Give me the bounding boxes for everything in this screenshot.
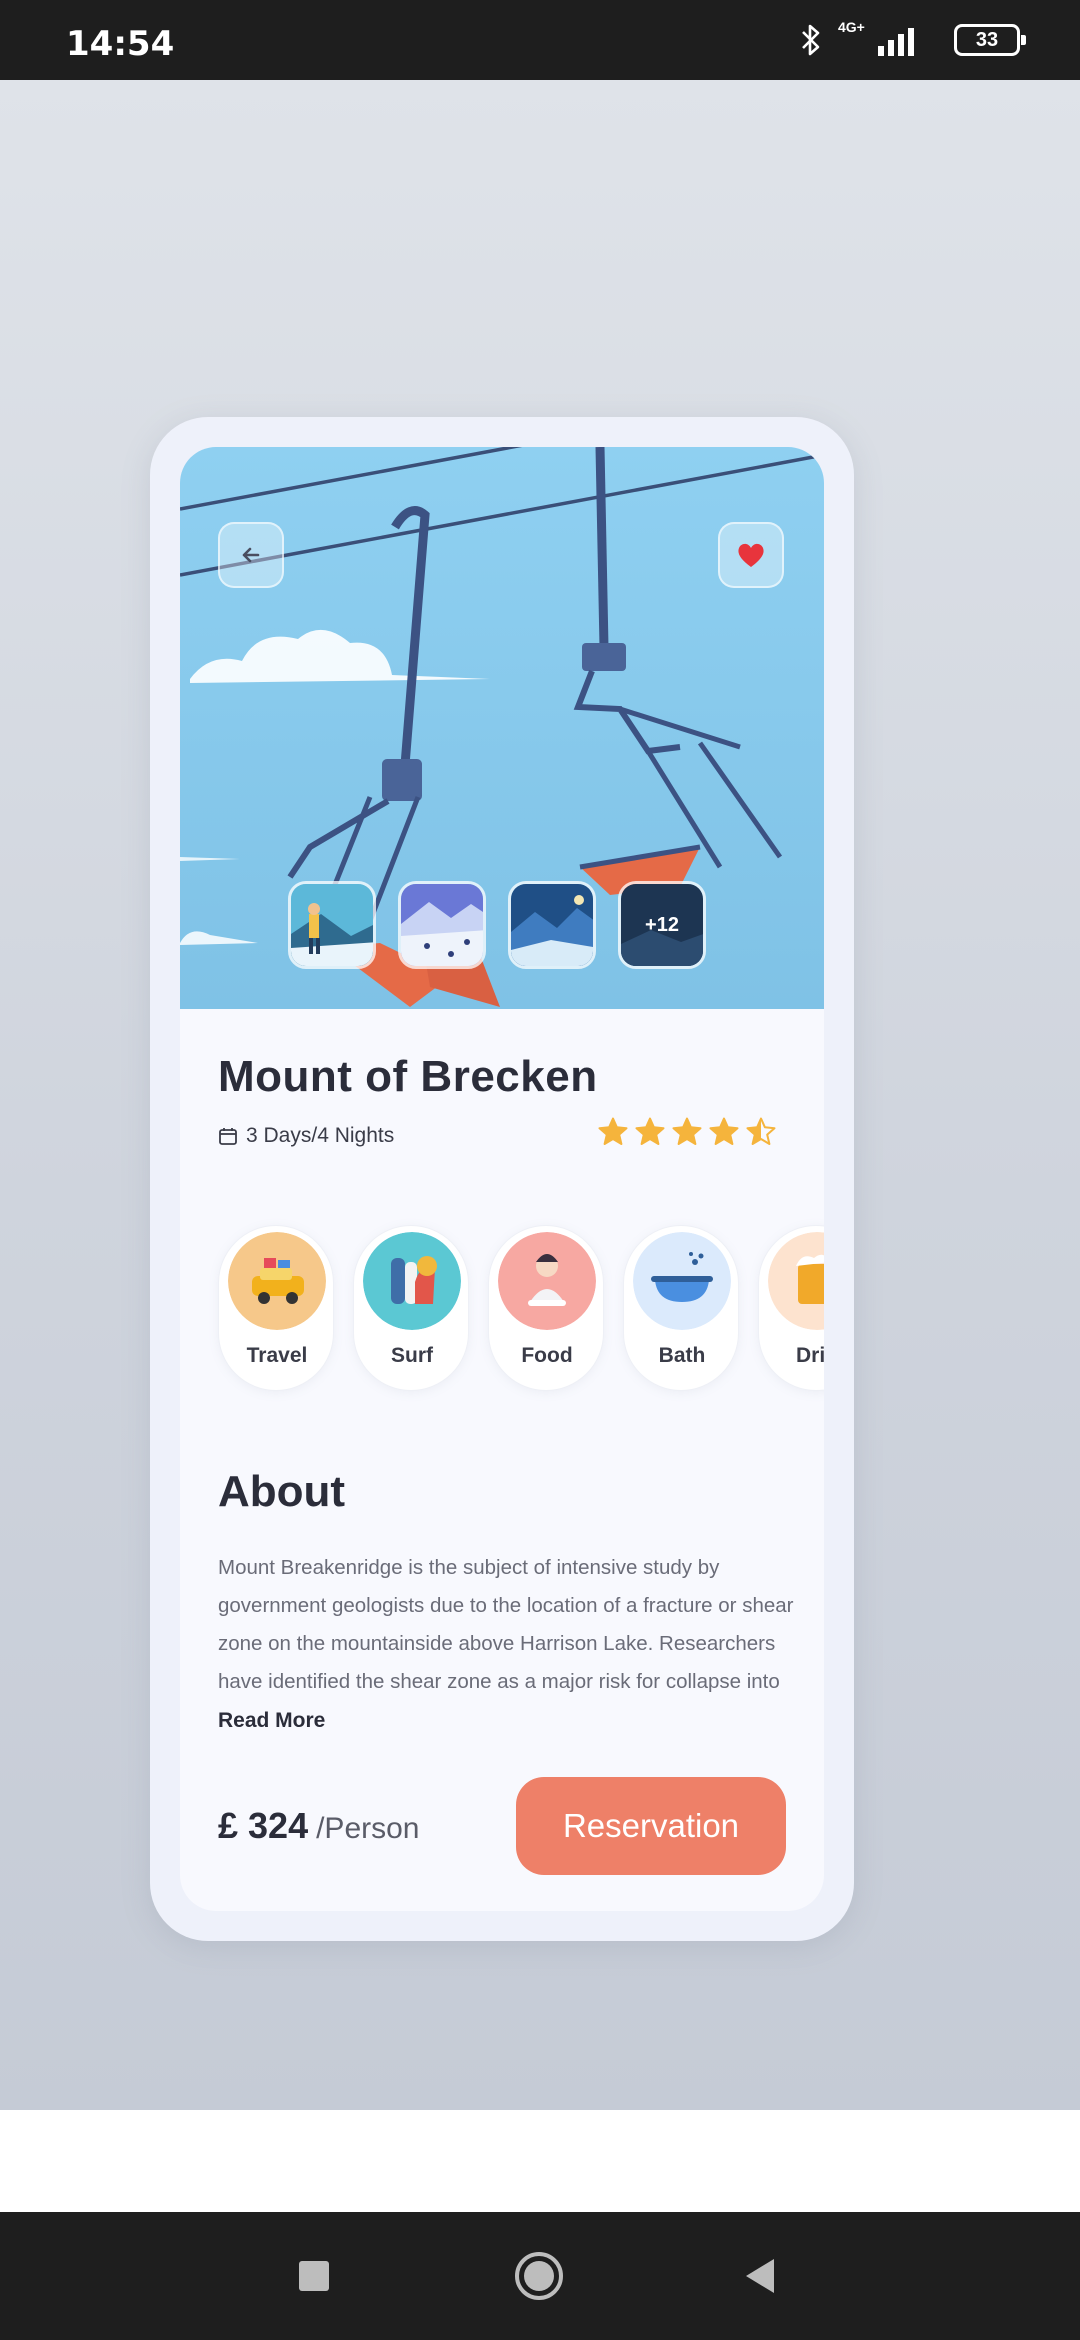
place-title: Mount of Brecken [218,1052,598,1101]
gallery-thumbnails: +12 [288,881,706,969]
battery-indicator: 33 [954,24,1026,56]
price-unit: /Person [316,1812,420,1845]
category-travel[interactable]: Travel [218,1225,334,1391]
star-full-icon [709,1117,739,1145]
food-icon [498,1232,596,1330]
back-button[interactable] [218,522,284,588]
about-heading: About [218,1467,346,1516]
star-full-icon [598,1117,628,1145]
signal-icon [878,28,914,56]
blank-area [0,2110,1080,2212]
status-icons: 4G+ 33 [800,20,1026,60]
bath-icon [633,1232,731,1330]
drink-icon [768,1232,824,1330]
back-nav-button[interactable] [728,2244,792,2308]
circle-icon [515,2252,563,2300]
status-bar: 14:54 4G+ 33 [0,0,1080,80]
category-label: Travel [246,1344,308,1367]
travel-icon [228,1232,326,1330]
star-full-icon [635,1117,665,1145]
bluetooth-icon [802,24,820,56]
price-block: £ 324 /Person [218,1805,419,1847]
category-bath[interactable]: Bath [623,1225,739,1391]
reservation-button[interactable]: Reservation [516,1777,786,1875]
system-navigation-bar [0,2212,1080,2340]
arrow-left-icon [242,547,260,563]
network-type: 4G+ [838,19,865,35]
read-more-link[interactable]: Read More [218,1709,325,1733]
gallery-thumb-more[interactable]: +12 [618,881,706,969]
recents-button[interactable] [282,2244,346,2308]
calendar-icon [219,1128,237,1145]
triangle-back-icon [746,2259,774,2293]
phone-mockup-screen: +12 Mount of Brecken 3 Days/4 Nights Tra… [180,447,824,1911]
star-half-icon [746,1117,776,1145]
category-label: Bath [658,1344,706,1367]
category-label: Drin [796,1344,824,1367]
category-surf[interactable]: Surf [353,1225,469,1391]
duration-text: 3 Days/4 Nights [246,1124,395,1147]
favorite-button[interactable] [718,522,784,588]
more-photos-count: +12 [645,913,679,936]
phone-mockup-frame: +12 Mount of Brecken 3 Days/4 Nights Tra… [150,417,854,1941]
signal-group: 4G+ [838,20,938,60]
category-list: Travel Surf Food Bath Dri [218,1225,824,1395]
preview-backdrop: +12 Mount of Brecken 3 Days/4 Nights Tra… [0,80,1080,2110]
home-button[interactable] [507,2244,571,2308]
category-food[interactable]: Food [488,1225,604,1391]
about-description: Mount Breakenridge is the subject of int… [218,1556,794,1693]
hero-image: +12 [180,447,824,1009]
surf-icon [363,1232,461,1330]
category-label: Surf [391,1344,433,1367]
heart-icon [738,543,764,567]
status-time: 14:54 [66,24,175,64]
duration-row: 3 Days/4 Nights [218,1124,394,1148]
square-icon [299,2261,329,2291]
gallery-thumb-2[interactable] [398,881,486,969]
rating-stars [598,1117,776,1147]
gallery-thumb-1[interactable] [288,881,376,969]
category-label: Food [521,1344,573,1367]
gallery-thumb-3[interactable] [508,881,596,969]
price-value: £ 324 [218,1805,309,1846]
star-full-icon [672,1117,702,1145]
category-drinks[interactable]: Drin [758,1225,824,1391]
